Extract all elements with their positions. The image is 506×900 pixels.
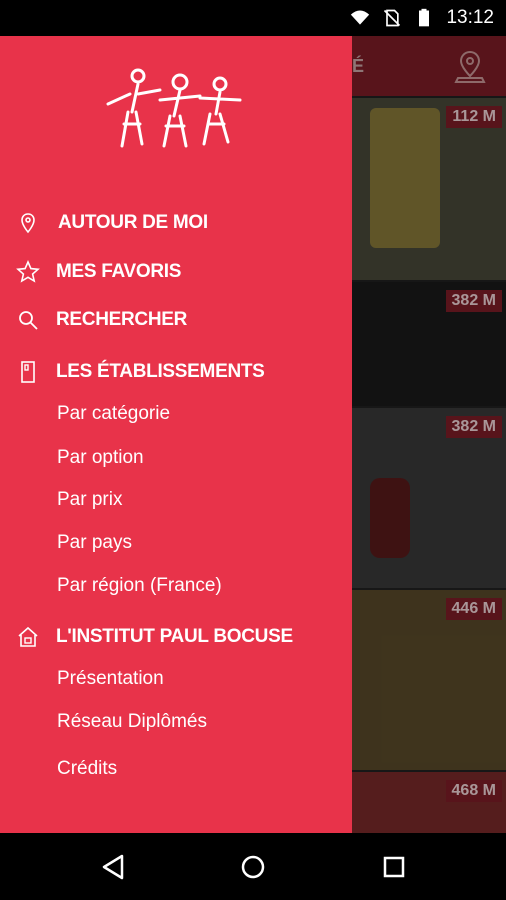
- location-icon: [21, 213, 35, 234]
- submenu-reseau-diplomes[interactable]: Réseau Diplômés: [57, 711, 207, 733]
- wifi-icon: [351, 10, 370, 25]
- menu-item-label: LES ÉTABLISSEMENTS: [56, 361, 265, 382]
- star-icon: [16, 260, 40, 283]
- submenu-presentation[interactable]: Présentation: [57, 668, 164, 690]
- submenu-par-pays[interactable]: Par pays: [57, 532, 132, 554]
- status-bar: 13:12: [0, 0, 506, 36]
- building-icon: [21, 361, 35, 383]
- logo: [106, 68, 242, 148]
- navigation-bar: [0, 833, 506, 900]
- no-sim-icon: [384, 9, 401, 27]
- submenu-par-option[interactable]: Par option: [57, 447, 144, 469]
- back-icon[interactable]: [98, 851, 130, 883]
- menu-item-label: RECHERCHER: [56, 309, 188, 330]
- menu-item-label: AUTOUR DE MOI: [58, 212, 208, 233]
- screen: TÉ 112 M 382 M 382 M 446 M 468 M AUTOUR …: [0, 36, 506, 833]
- submenu-par-region[interactable]: Par région (France): [57, 575, 222, 597]
- menu-item-institut[interactable]: L'INSTITUT PAUL BOCUSE: [0, 617, 352, 657]
- home-icon: [18, 626, 38, 647]
- menu-item-label: L'INSTITUT PAUL BOCUSE: [56, 626, 293, 647]
- submenu-par-categorie[interactable]: Par catégorie: [57, 403, 170, 425]
- menu-item-autour-de-moi[interactable]: AUTOUR DE MOI: [0, 203, 352, 243]
- search-icon: [19, 311, 38, 330]
- battery-icon: [419, 8, 430, 27]
- recents-icon[interactable]: [378, 851, 410, 883]
- menu-item-mes-favoris[interactable]: MES FAVORIS: [0, 252, 352, 292]
- clock: 13:12: [446, 7, 494, 28]
- menu-item-label: MES FAVORIS: [56, 261, 182, 282]
- menu-item-rechercher[interactable]: RECHERCHER: [0, 300, 352, 340]
- menu-item-credits[interactable]: Crédits: [57, 758, 117, 780]
- navigation-drawer: AUTOUR DE MOI MES FAVORIS RECHERCHER LES…: [0, 36, 352, 833]
- submenu-par-prix[interactable]: Par prix: [57, 489, 122, 511]
- menu-item-etablissements[interactable]: LES ÉTABLISSEMENTS: [0, 352, 352, 392]
- home-icon[interactable]: [237, 851, 269, 883]
